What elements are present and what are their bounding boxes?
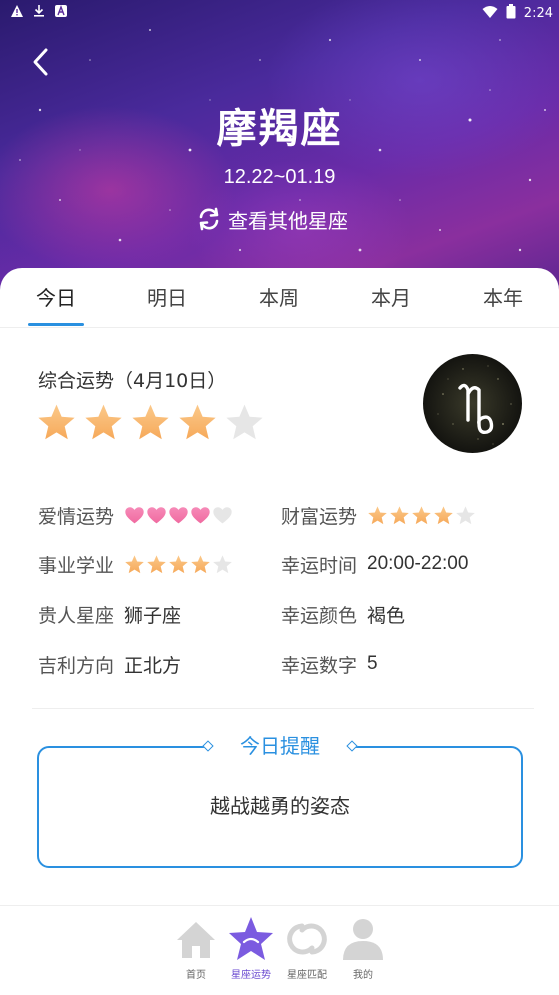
noble-sign-value: 狮子座 xyxy=(124,604,182,627)
lucky-time-value: 20:00-22:00 xyxy=(367,553,469,574)
noble-sign-row: 贵人星座 狮子座 xyxy=(38,599,181,629)
fortune-card: 今日 明日 本周 本月 本年 综合运势（4月10日） 爱情运势 财富运势 事业学… xyxy=(0,268,559,995)
career-rating xyxy=(124,554,233,575)
font-icon xyxy=(54,4,68,18)
active-tab-indicator xyxy=(28,323,84,326)
switch-sign-label: 查看其他星座 xyxy=(228,208,348,233)
love-empty-heart-icon xyxy=(213,506,232,523)
switch-sign-button[interactable]: 查看其他星座 xyxy=(196,204,348,234)
love-filled-heart-icon xyxy=(147,506,166,523)
nav-horoscope[interactable]: 星座运势 xyxy=(221,914,281,990)
home-icon xyxy=(177,922,215,958)
nav-home-label: 首页 xyxy=(186,970,206,981)
overall-filled-star-icon xyxy=(132,404,169,440)
period-tabs: 今日 明日 本周 本月 本年 xyxy=(0,268,559,328)
wifi-icon xyxy=(482,5,498,23)
reminder-text: 越战越勇的姿态 xyxy=(210,794,350,818)
career-filled-star-icon xyxy=(147,554,166,573)
bottom-navigation: 首页 星座运势 星座匹配 我的 xyxy=(0,905,559,995)
wealth-filled-star-icon xyxy=(412,505,431,524)
refresh-icon xyxy=(199,207,219,231)
header-banner: 2:24 摩羯座 12.22~01.19 查看其他星座 xyxy=(0,0,559,300)
overall-fortune-label: 综合运势（4月10日） xyxy=(38,370,227,392)
tab-today[interactable]: 今日 xyxy=(16,282,96,311)
love-filled-heart-icon xyxy=(191,506,210,523)
lucky-number-row: 幸运数字 5 xyxy=(281,649,378,679)
overall-filled-star-icon xyxy=(179,404,216,440)
wealth-filled-star-icon xyxy=(390,505,409,524)
reminder-title: 今日提醒 xyxy=(240,734,320,758)
battery-icon xyxy=(506,4,516,23)
wealth-fortune-row: 财富运势 xyxy=(281,500,476,530)
date-range: 12.22~01.19 xyxy=(223,166,336,188)
nav-match-label: 星座匹配 xyxy=(287,970,327,981)
nav-profile-label: 我的 xyxy=(353,970,373,981)
star-icon xyxy=(229,917,273,960)
status-bar: 2:24 xyxy=(0,0,559,24)
wealth-rating xyxy=(367,505,476,526)
wealth-filled-star-icon xyxy=(368,505,387,524)
love-filled-heart-icon xyxy=(169,506,188,523)
career-filled-star-icon xyxy=(125,554,144,573)
nav-horoscope-label: 星座运势 xyxy=(231,970,271,981)
tab-this-year[interactable]: 本年 xyxy=(463,282,543,311)
direction-value: 正北方 xyxy=(124,654,182,677)
nav-match[interactable]: 星座匹配 xyxy=(277,914,337,990)
wealth-filled-star-icon xyxy=(434,505,453,524)
direction-row: 吉利方向 正北方 xyxy=(38,649,181,679)
nav-profile[interactable]: 我的 xyxy=(333,914,393,990)
love-fortune-row: 爱情运势 xyxy=(38,500,233,530)
lucky-color-row: 幸运颜色 褐色 xyxy=(281,599,405,629)
match-icon xyxy=(287,923,327,955)
lucky-color-value: 褐色 xyxy=(367,604,406,627)
lucky-number-label: 幸运数字 xyxy=(281,654,358,677)
download-icon xyxy=(32,4,46,18)
nav-home[interactable]: 首页 xyxy=(166,914,226,990)
career-fortune-label: 事业学业 xyxy=(38,554,115,577)
reminder-header: 今日提醒 xyxy=(202,731,358,761)
career-filled-star-icon xyxy=(191,554,210,573)
career-filled-star-icon xyxy=(169,554,188,573)
status-time: 2:24 xyxy=(523,6,553,21)
overall-rating xyxy=(36,402,265,443)
lucky-color-label: 幸运颜色 xyxy=(281,604,358,627)
love-fortune-label: 爱情运势 xyxy=(38,505,115,528)
love-rating xyxy=(124,505,233,526)
tab-tomorrow[interactable]: 明日 xyxy=(127,282,207,311)
career-fortune-row: 事业学业 xyxy=(38,549,233,579)
lucky-number-value: 5 xyxy=(367,653,378,674)
wealth-fortune-label: 财富运势 xyxy=(281,505,358,528)
direction-label: 吉利方向 xyxy=(38,654,115,677)
user-icon xyxy=(343,919,383,960)
lucky-time-label: 幸运时间 xyxy=(281,554,358,577)
wealth-empty-star-icon xyxy=(456,505,475,524)
career-empty-star-icon xyxy=(213,554,232,573)
overall-filled-star-icon xyxy=(85,404,122,440)
lucky-time-row: 幸运时间 20:00-22:00 xyxy=(281,549,468,579)
overall-empty-star-icon xyxy=(226,404,263,440)
chevron-left-icon xyxy=(33,48,48,76)
love-filled-heart-icon xyxy=(125,506,144,523)
section-divider xyxy=(32,708,534,709)
sign-title: 摩羯座 xyxy=(216,106,343,152)
back-button[interactable] xyxy=(26,44,58,80)
noble-sign-label: 贵人星座 xyxy=(38,604,115,627)
tab-this-month[interactable]: 本月 xyxy=(351,282,431,311)
capricorn-symbol-icon xyxy=(423,354,522,453)
overall-filled-star-icon xyxy=(38,404,75,440)
tab-this-week[interactable]: 本周 xyxy=(239,282,319,311)
warning-icon xyxy=(10,4,24,18)
